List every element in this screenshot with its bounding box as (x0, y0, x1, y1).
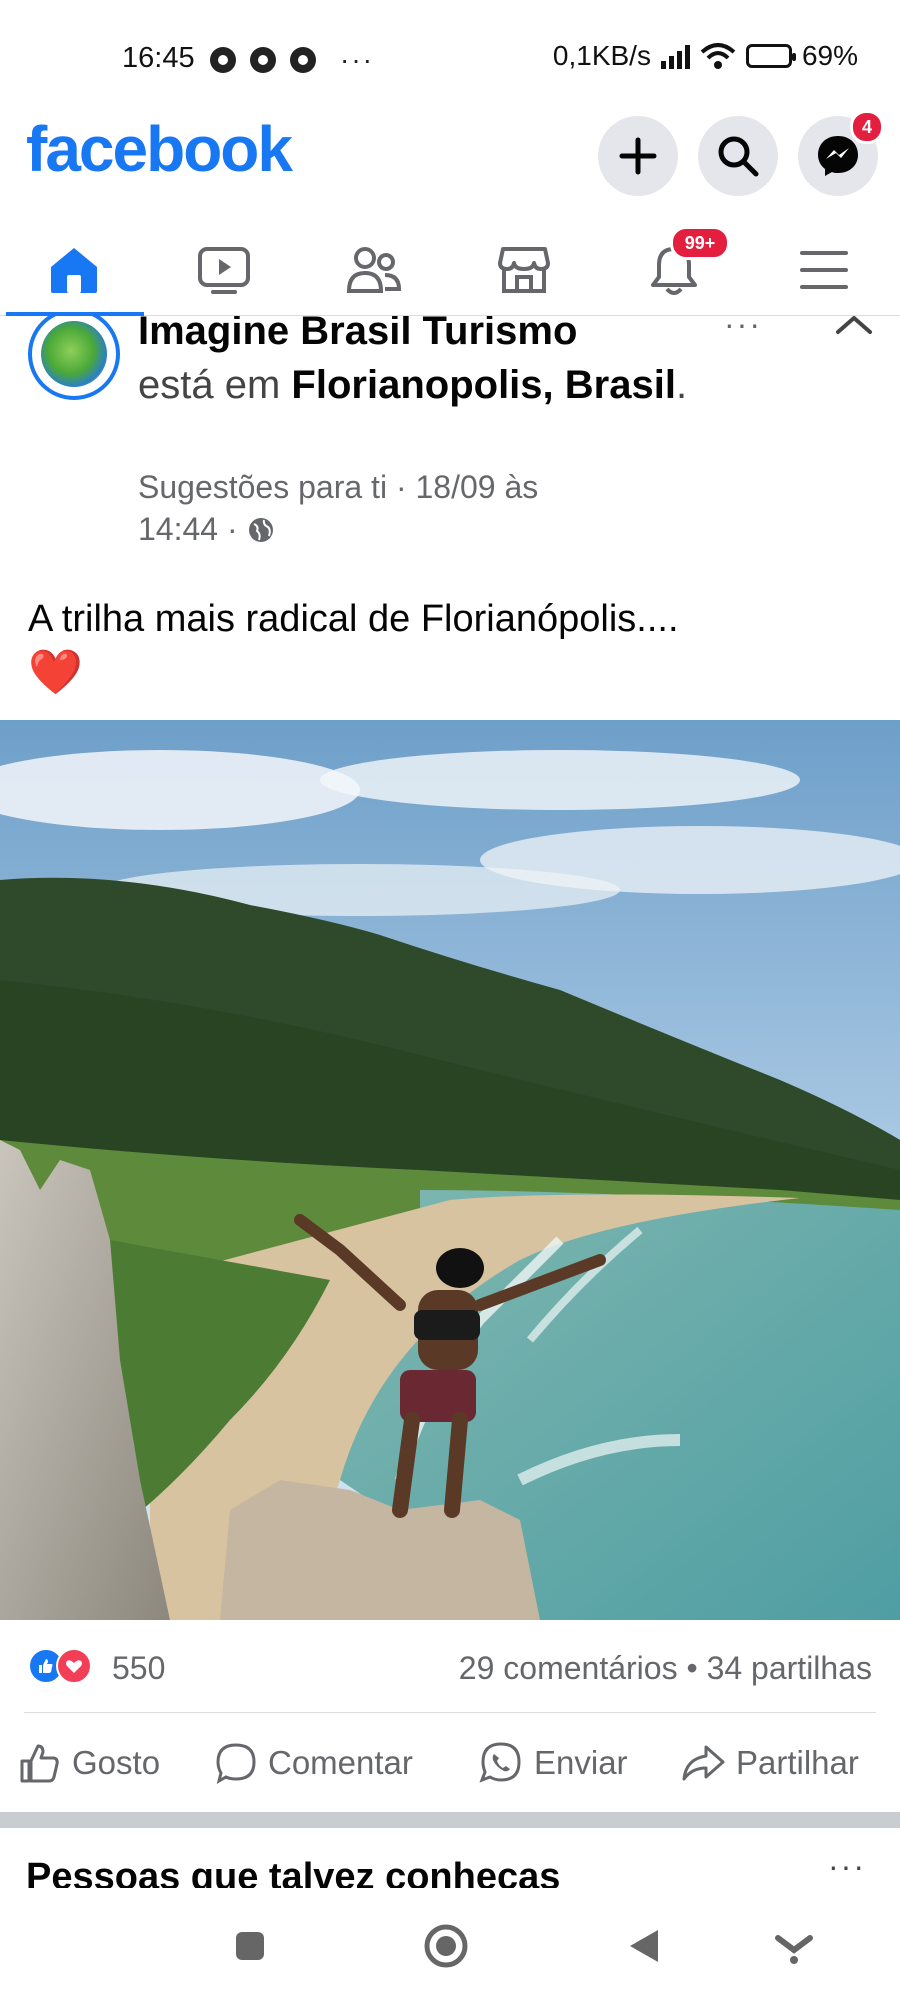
battery-percent: 69% (801, 40, 858, 71)
facebook-logo[interactable]: facebook (26, 112, 293, 186)
tab-home[interactable] (14, 230, 134, 310)
send-button[interactable]: Enviar (478, 1738, 628, 1788)
notifications-badge: 99+ (670, 226, 730, 260)
back-triangle-icon (630, 1930, 658, 1962)
tab-menu[interactable] (764, 230, 884, 310)
post-text: A trilha mais radical de Florianópolis..… (28, 592, 679, 702)
tab-friends[interactable] (314, 230, 434, 310)
battery-icon (745, 44, 796, 68)
chrome-icon (290, 47, 316, 73)
post-meta-line1: Sugestões para ti · 18/09 às (138, 469, 539, 505)
square-icon (236, 1932, 264, 1960)
home-button[interactable] (416, 1916, 476, 1976)
section-options-button[interactable]: ··· (828, 1848, 866, 1885)
status-notification-icons: ··· (210, 44, 374, 76)
assistant-button[interactable] (764, 1916, 824, 1976)
comments-count[interactable]: 29 comentários (459, 1650, 678, 1686)
tab-watch[interactable] (164, 230, 284, 310)
send-label: Enviar (534, 1744, 628, 1781)
location-period: . (675, 363, 688, 407)
comment-button[interactable]: Comentar (214, 1738, 413, 1788)
page-avatar[interactable] (28, 316, 120, 400)
tab-marketplace[interactable] (464, 230, 584, 310)
chrome-icon (210, 47, 236, 73)
comment-label: Comentar (268, 1744, 413, 1781)
location-name[interactable]: Florianopolis, Brasil (291, 363, 676, 407)
thumbs-up-icon (20, 1744, 59, 1783)
app-header: facebook 4 (0, 110, 900, 222)
section-title: Pessoas que talvez conheças (26, 1856, 561, 1888)
shares-count[interactable]: 34 partilhas (707, 1650, 872, 1686)
circle-icon (424, 1924, 468, 1968)
chrome-icon (250, 47, 276, 73)
store-icon (498, 247, 550, 293)
wifi-icon (700, 43, 736, 69)
messenger-icon (818, 136, 858, 176)
home-icon (51, 248, 97, 293)
hide-post-button[interactable] (834, 316, 874, 345)
share-button[interactable]: Partilhar (680, 1738, 859, 1788)
status-bar: 16:45 ··· 0,1KB/s 69% (0, 0, 900, 112)
messenger-badge: 4 (850, 110, 884, 144)
create-button[interactable] (598, 116, 678, 196)
separator-dot: • (686, 1650, 698, 1686)
status-time: 16:45 (122, 42, 195, 74)
system-navigation-bar (0, 1888, 900, 2000)
post-header: Imagine Brasil Turismo está em Florianop… (0, 316, 900, 566)
search-icon (718, 136, 759, 177)
author-name[interactable]: Imagine Brasil Turismo (138, 316, 577, 353)
people-you-may-know: Pessoas que talvez conheças ··· (0, 1828, 900, 1888)
status-right: 0,1KB/s 69% (553, 40, 858, 72)
back-button[interactable] (614, 1916, 674, 1976)
comment-icon (216, 1743, 256, 1785)
friends-icon (346, 247, 402, 293)
recents-button[interactable] (220, 1916, 280, 1976)
feed-separator (0, 1812, 900, 1828)
post-author-line: Imagine Brasil Turismo está em Florianop… (138, 316, 698, 412)
love-reaction-icon (56, 1648, 92, 1684)
search-button[interactable] (698, 116, 778, 196)
close-icon (836, 316, 872, 334)
reaction-count[interactable]: 550 (112, 1650, 165, 1687)
whatsapp-icon (479, 1742, 521, 1783)
post-caption: A trilha mais radical de Florianópolis..… (28, 598, 679, 640)
post-meta: Sugestões para ti · 18/09 às 14:44 · (138, 466, 658, 550)
post-photo[interactable] (0, 720, 900, 1620)
like-label: Gosto (72, 1744, 161, 1781)
reactions-bar: 550 29 comentários • 34 partilhas (0, 1620, 900, 1712)
menu-icon (800, 251, 848, 289)
reaction-icons[interactable] (28, 1648, 92, 1684)
network-speed: 0,1KB/s (552, 40, 651, 71)
main-nav: 99+ (0, 222, 900, 316)
share-icon (682, 1745, 725, 1781)
video-icon (198, 247, 250, 294)
messenger-button[interactable]: 4 (798, 110, 884, 196)
is-at-label: está em (138, 363, 281, 407)
post-actions: Gosto Comentar Enviar Partilhar (0, 1716, 900, 1812)
share-label: Partilhar (736, 1744, 859, 1781)
post-options-button[interactable]: ··· (724, 316, 762, 343)
more-notifications-icon: ··· (340, 44, 374, 75)
tab-notifications[interactable]: 99+ (614, 226, 734, 310)
comments-shares: 29 comentários • 34 partilhas (459, 1650, 872, 1687)
globe-icon (248, 518, 273, 542)
signal-icon (660, 43, 690, 69)
divider (24, 1712, 876, 1713)
heart-emoji: ❤️ (28, 648, 83, 697)
chevron-down-icon (775, 1935, 813, 1964)
beach-photo (0, 720, 900, 1620)
plus-icon (619, 137, 657, 175)
like-button[interactable]: Gosto (18, 1738, 160, 1788)
post-meta-line2[interactable]: 14:44 · (138, 511, 238, 547)
